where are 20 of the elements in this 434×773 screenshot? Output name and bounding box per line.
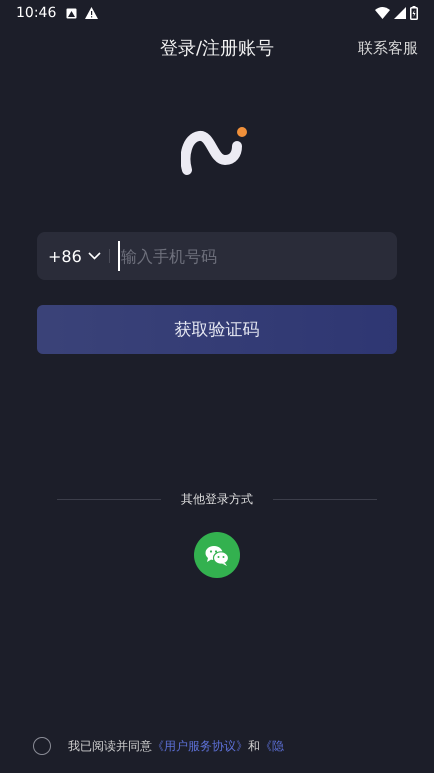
agreement-checkbox[interactable] xyxy=(33,737,51,755)
get-code-button[interactable]: 获取验证码 xyxy=(37,305,397,354)
battery-icon xyxy=(410,6,418,20)
chevron-down-icon xyxy=(88,252,101,260)
agreement-link[interactable]: 《隐 xyxy=(260,738,284,752)
other-login-label: 其他登录方式 xyxy=(180,491,254,508)
chat-bubbles-icon xyxy=(205,544,229,566)
wifi-icon xyxy=(375,7,390,19)
image-notification-icon xyxy=(66,8,78,18)
phone-input-field[interactable]: 输入手机号码 xyxy=(118,241,386,271)
page-title: 登录/注册账号 xyxy=(160,37,274,60)
warning-icon xyxy=(85,7,98,19)
wechat-login-button[interactable] xyxy=(194,532,240,578)
customer-service-link[interactable]: 联系客服 xyxy=(358,38,418,58)
agreement-text: 我已阅读并同意《用户服务协议》和《隐 xyxy=(68,738,284,754)
signal-icon xyxy=(394,7,406,19)
agreement-link[interactable]: 《用户服务协议》 xyxy=(152,738,248,752)
status-time: 10:46 xyxy=(16,5,56,21)
phone-field[interactable]: +86 输入手机号码 xyxy=(37,232,397,280)
country-code-dropdown[interactable]: +86 xyxy=(48,246,101,266)
